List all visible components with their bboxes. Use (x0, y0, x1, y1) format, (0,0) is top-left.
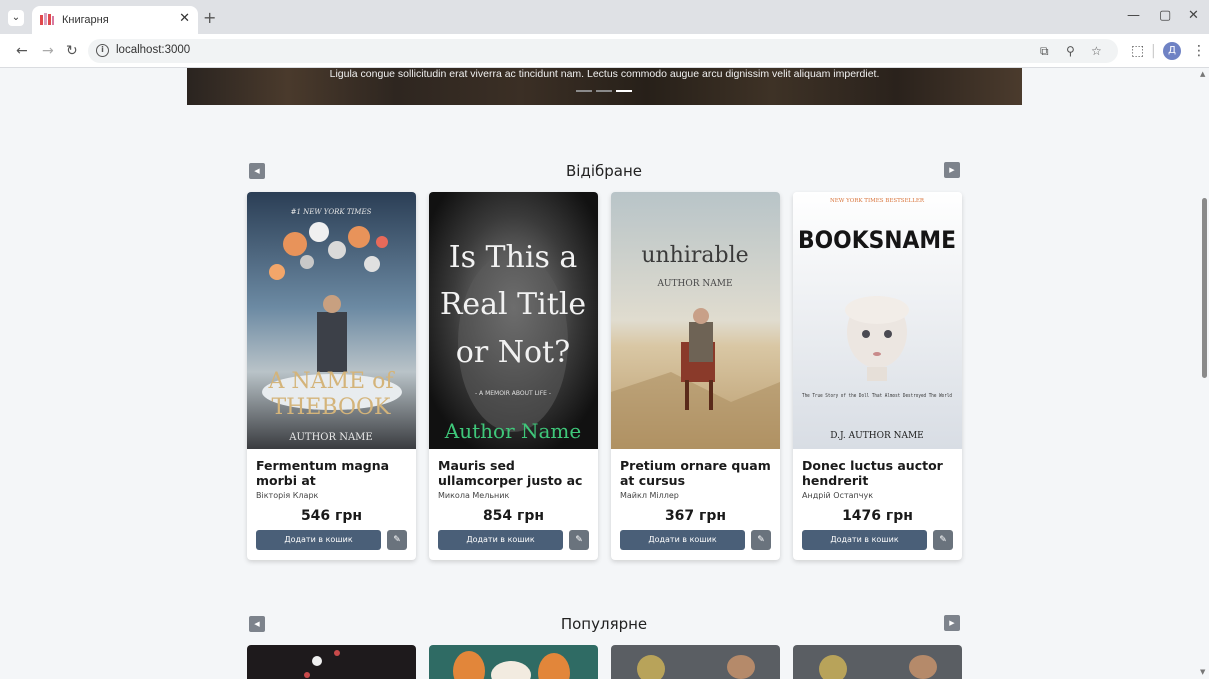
address-bar: ← → ↻ i localhost:3000 ⧉ ⚲ ☆ ⬚ | Д ⋮ (0, 34, 1209, 68)
scroll-up-arrow-icon[interactable]: ▲ (1200, 70, 1205, 78)
menu-icon[interactable]: ⋮ (1192, 43, 1206, 59)
book-cover-image[interactable]: unhirable AUTHOR NAME (611, 192, 780, 449)
book-cover-image[interactable]: Is This a Real Title or Not? - A MEMOIR … (429, 192, 598, 449)
cover-title: BOOKSNAME (798, 226, 956, 254)
zoom-icon[interactable]: ⚲ (1066, 44, 1075, 58)
book-author: Вікторія Кларк (256, 491, 319, 500)
cover-title-line1: Is This a (449, 240, 578, 275)
cover-title-line1: A NAME of (268, 369, 396, 394)
new-tab-icon[interactable]: + (203, 8, 216, 27)
book-price: 854 грн (482, 508, 545, 524)
edit-pencil-icon[interactable]: ✎ (751, 530, 771, 550)
featured-prev-button[interactable]: ◀ (249, 163, 265, 179)
book-author: Андрій Остапчук (802, 491, 874, 500)
reload-icon[interactable]: ↻ (66, 43, 78, 59)
edit-pencil-icon[interactable]: ✎ (387, 530, 407, 550)
carousel-dot-active[interactable] (616, 90, 632, 92)
cover-title: unhirable (641, 243, 748, 268)
popular-prev-button[interactable]: ◀ (249, 616, 265, 632)
book-card[interactable]: Is This a Real Title or Not? - A MEMOIR … (429, 192, 598, 560)
profile-avatar[interactable]: Д (1163, 42, 1181, 60)
popular-section-title: Популярне (560, 615, 648, 633)
book-author: Майкл Міллер (620, 491, 679, 500)
book-title[interactable]: Donec luctus auctor hendrerit (802, 458, 957, 488)
book-price: 546 грн (300, 508, 363, 524)
close-window-icon[interactable]: ✕ (1188, 8, 1199, 23)
cover-author: AUTHOR NAME (288, 432, 372, 443)
add-to-cart-button[interactable]: Додати в кошик (620, 530, 745, 550)
minimize-icon[interactable]: — (1127, 8, 1140, 23)
extensions-icon[interactable]: ⬚ (1131, 43, 1144, 59)
bookmark-star-icon[interactable]: ☆ (1091, 44, 1102, 58)
restore-icon[interactable]: ▢ (1159, 8, 1171, 23)
cover-author: Author Name (444, 419, 581, 443)
carousel-dot[interactable] (596, 90, 612, 92)
banner-text: Ligula congue sollicitudin erat viverra … (329, 68, 880, 80)
cover-author: AUTHOR NAME (656, 279, 732, 289)
book-card[interactable]: #1 NEW YORK TIMES A NAME of THEBOOK AUTH… (247, 192, 416, 560)
cast-icon[interactable]: ⧉ (1040, 44, 1049, 59)
books-favicon-icon (40, 13, 54, 25)
tab-search-icon[interactable]: ⌄ (8, 10, 24, 26)
cover-title-line2: THEBOOK (271, 395, 391, 420)
tab-title: Книгарня (62, 14, 109, 26)
cover-subtitle: - A MEMOIR ABOUT LIFE - (475, 390, 551, 397)
browser-tab-bar: ⌄ Книгарня ✕ + — ▢ ✕ (0, 0, 1209, 34)
book-cover-image[interactable] (247, 645, 416, 679)
scrollbar-thumb[interactable] (1202, 198, 1207, 378)
book-price: 1476 грн (842, 508, 913, 524)
add-to-cart-button[interactable]: Додати в кошик (802, 530, 927, 550)
cover-top-text: NEW YORK TIMES BESTSELLER (830, 198, 925, 204)
book-cover-image[interactable] (793, 645, 962, 679)
url-text: localhost:3000 (116, 44, 191, 56)
book-card[interactable]: unhirable AUTHOR NAME Pretium ornare qua… (611, 192, 780, 560)
book-price: 367 грн (664, 508, 727, 524)
edit-pencil-icon[interactable]: ✎ (933, 530, 953, 550)
book-card[interactable]: NEW YORK TIMES BESTSELLER BOOKSNAME The … (793, 192, 962, 560)
book-cover-image[interactable]: NEW YORK TIMES BESTSELLER BOOKSNAME The … (793, 192, 962, 449)
cover-author: D.J. AUTHOR NAME (830, 431, 924, 441)
browser-tab[interactable]: Книгарня ✕ (32, 6, 198, 34)
cover-top-text: #1 NEW YORK TIMES (291, 208, 372, 216)
book-title[interactable]: Pretium ornare quam at cursus (620, 458, 775, 488)
cover-tagline: The True Story of the Doll That Almost D… (802, 393, 952, 399)
book-title[interactable]: Fermentum magna morbi at (256, 458, 411, 488)
site-info-icon[interactable]: i (96, 44, 109, 57)
add-to-cart-button[interactable]: Додати в кошик (438, 530, 563, 550)
featured-section-title: Відібране (566, 162, 642, 180)
book-cover-image[interactable] (429, 645, 598, 679)
cover-title-line2: Real Title (440, 287, 586, 322)
book-title[interactable]: Mauris sed ullamcorper justo ac (438, 458, 593, 488)
url-input[interactable]: i localhost:3000 ⧉ ⚲ ☆ (88, 39, 1118, 63)
page-viewport: Ligula congue sollicitudin erat viverra … (0, 68, 1209, 679)
book-author: Микола Мельник (438, 491, 510, 500)
page-scrollbar[interactable]: ▲ ▼ (1199, 68, 1209, 679)
cover-title-line3: or Not? (456, 335, 570, 370)
scroll-down-arrow-icon[interactable]: ▼ (1200, 668, 1205, 676)
toolbar-divider: | (1151, 43, 1156, 59)
book-cover-image[interactable] (611, 645, 780, 679)
popular-next-button[interactable]: ▶ (944, 615, 960, 631)
add-to-cart-button[interactable]: Додати в кошик (256, 530, 381, 550)
book-cover-image[interactable]: #1 NEW YORK TIMES A NAME of THEBOOK AUTH… (247, 192, 416, 449)
hero-banner: Ligula congue sollicitudin erat viverra … (187, 68, 1022, 105)
forward-icon[interactable]: → (42, 43, 54, 59)
close-tab-icon[interactable]: ✕ (179, 11, 190, 26)
carousel-dot[interactable] (576, 90, 592, 92)
featured-next-button[interactable]: ▶ (944, 162, 960, 178)
back-icon[interactable]: ← (16, 43, 28, 59)
edit-pencil-icon[interactable]: ✎ (569, 530, 589, 550)
